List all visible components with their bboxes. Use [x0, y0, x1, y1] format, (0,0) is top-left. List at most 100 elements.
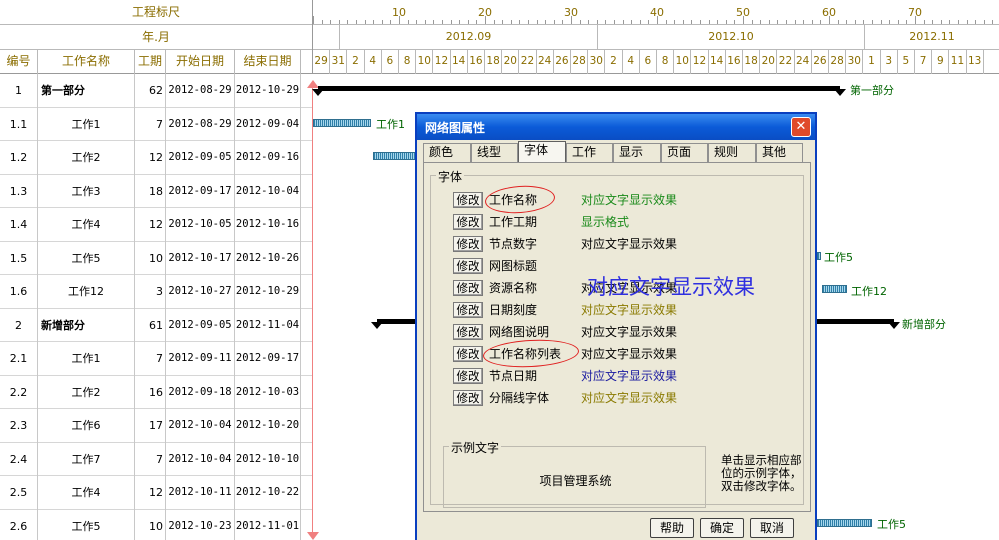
table-row[interactable]: 1.6 工作12 3 2012-10-27 2012-10-29 [0, 275, 312, 309]
tab-work[interactable]: 工作 [566, 143, 613, 162]
ruler-tick [786, 20, 787, 24]
day-cell: 4 [365, 50, 382, 74]
table-row[interactable]: 2.5 工作4 12 2012-10-11 2012-10-22 [0, 476, 312, 510]
ruler-tick [313, 16, 314, 24]
ruler-number-row: 10 20 30 40 50 60 70 [313, 0, 999, 25]
modify-button[interactable]: 修改 [453, 346, 483, 362]
row-end: 2012-10-29 [235, 74, 301, 108]
ruler-tick [596, 20, 598, 24]
modify-button[interactable]: 修改 [453, 236, 483, 252]
header-duration[interactable]: 工期 [135, 50, 166, 74]
header-start-date[interactable]: 开始日期 [166, 50, 235, 74]
task-bar-w5[interactable] [817, 252, 821, 260]
font-sample[interactable]: 对应文字显示效果 [581, 346, 677, 362]
month-cell: 2012.11 [865, 25, 999, 50]
header-id[interactable]: 编号 [0, 50, 38, 74]
day-cell: 20 [760, 50, 778, 74]
task-bar-w5b[interactable] [817, 519, 872, 527]
table-row[interactable]: 2.3 工作6 17 2012-10-04 2012-10-20 [0, 409, 312, 443]
ruler-tick [803, 20, 805, 24]
day-cell: 8 [399, 50, 417, 74]
modify-button[interactable]: 修改 [453, 324, 483, 340]
font-item-name[interactable]: 资源名称 [489, 280, 537, 296]
modify-button[interactable]: 修改 [453, 302, 483, 318]
row-name: 工作12 [38, 275, 135, 309]
font-item-name[interactable]: 网图标题 [489, 258, 537, 274]
header-name[interactable]: 工作名称 [38, 50, 135, 74]
day-cell: 14 [709, 50, 726, 74]
tab-color[interactable]: 颜色 [423, 143, 471, 162]
font-item-name[interactable]: 分隔线字体 [489, 390, 549, 406]
dialog-titlebar[interactable]: 网络图属性 ✕ [417, 114, 815, 140]
modify-button[interactable]: 修改 [453, 280, 483, 296]
modify-button[interactable]: 修改 [453, 214, 483, 230]
table-row[interactable]: 1.5 工作5 10 2012-10-17 2012-10-26 [0, 241, 312, 275]
tab-rules[interactable]: 规则 [708, 143, 756, 162]
header-end-date[interactable]: 结束日期 [235, 50, 301, 74]
table-row[interactable]: 2.1 工作1 7 2012-09-11 2012-09-17 [0, 342, 312, 376]
ruler-tick [605, 20, 607, 24]
table-row[interactable]: 2.2 工作2 16 2012-09-18 2012-10-03 [0, 375, 312, 409]
tab-other[interactable]: 其他 [756, 143, 803, 162]
font-sample[interactable]: 对应文字显示效果 [581, 236, 677, 252]
table-row[interactable]: 1 第一部分 62 2012-08-29 2012-10-29 [0, 74, 312, 108]
font-sample[interactable]: 对应文字显示效果 [581, 390, 677, 406]
font-item-name[interactable]: 节点数字 [489, 236, 537, 252]
table-row[interactable]: 2.4 工作7 7 2012-10-04 2012-10-10 [0, 442, 312, 476]
ok-button[interactable]: 确定 [700, 518, 744, 538]
row-id: 2.5 [0, 476, 38, 510]
row-duration: 7 [135, 107, 166, 141]
tab-linetype[interactable]: 线型 [471, 143, 518, 162]
tab-display[interactable]: 显示 [613, 143, 661, 162]
table-row[interactable]: 2 新增部分 61 2012-09-05 2012-11-04 [0, 308, 312, 342]
big-font-sample[interactable]: 对应文字显示效果 [587, 271, 755, 301]
font-item-name[interactable]: 日期刻度 [489, 302, 537, 318]
modify-button[interactable]: 修改 [453, 368, 483, 384]
task-bar-w12[interactable] [822, 285, 847, 293]
ruler-tick [958, 20, 959, 24]
modify-button[interactable]: 修改 [453, 258, 483, 274]
row-name: 工作5 [38, 241, 135, 275]
font-item-name[interactable]: 节点日期 [489, 368, 537, 384]
timeline-marker-bottom[interactable] [307, 532, 319, 540]
tab-page[interactable]: 页面 [661, 143, 708, 162]
font-sample[interactable]: 对应文字显示效果 [581, 368, 677, 384]
modify-button[interactable]: 修改 [453, 390, 483, 406]
ruler-tick [321, 20, 323, 24]
task-bar-w1[interactable] [313, 119, 371, 127]
row-name: 工作5 [38, 509, 135, 540]
row-name: 工作4 [38, 476, 135, 510]
day-cell: 13 [967, 50, 984, 74]
ruler-tick [768, 20, 770, 24]
font-sample[interactable]: 对应文字显示效果 [581, 324, 677, 340]
current-date-line[interactable] [312, 86, 313, 534]
table-row[interactable]: 1.3 工作3 18 2012-09-17 2012-10-04 [0, 174, 312, 208]
ruler-tick [708, 20, 710, 24]
font-row: 修改 分隔线字体 对应文字显示效果 [447, 390, 787, 408]
font-item-name[interactable]: 工作工期 [489, 214, 537, 230]
tab-font[interactable]: 字体 [518, 141, 566, 163]
day-cell: 16 [468, 50, 485, 74]
font-sample[interactable]: 对应文字显示效果 [581, 302, 677, 318]
table-row[interactable]: 1.2 工作2 12 2012-09-05 2012-09-16 [0, 141, 312, 175]
ruler-tick [416, 20, 418, 24]
table-row[interactable]: 2.6 工作5 10 2012-10-23 2012-11-01 [0, 509, 312, 540]
table-header: 编号 工作名称 工期 开始日期 结束日期 [0, 50, 312, 74]
ruler-tick [829, 16, 830, 24]
table-row[interactable]: 1.1 工作1 7 2012-08-29 2012-09-04 [0, 107, 312, 141]
cancel-button[interactable]: 取消 [750, 518, 794, 538]
ruler-tick [562, 20, 564, 24]
row-id: 1.5 [0, 241, 38, 275]
modify-button[interactable]: 修改 [453, 192, 483, 208]
font-sample[interactable]: 显示格式 [581, 214, 629, 230]
font-item-name[interactable]: 网络图说明 [489, 324, 549, 340]
ruler-tick [700, 20, 701, 24]
ruler-tick [373, 20, 375, 24]
task-bar-w2[interactable] [373, 152, 417, 160]
table-row[interactable]: 1.4 工作4 12 2012-10-05 2012-10-16 [0, 208, 312, 242]
help-button[interactable]: 帮助 [650, 518, 694, 538]
summary-bar-part1[interactable] [312, 86, 846, 96]
ruler-tick [364, 20, 366, 24]
font-sample[interactable]: 对应文字显示效果 [581, 192, 677, 208]
close-icon[interactable]: ✕ [791, 117, 811, 137]
